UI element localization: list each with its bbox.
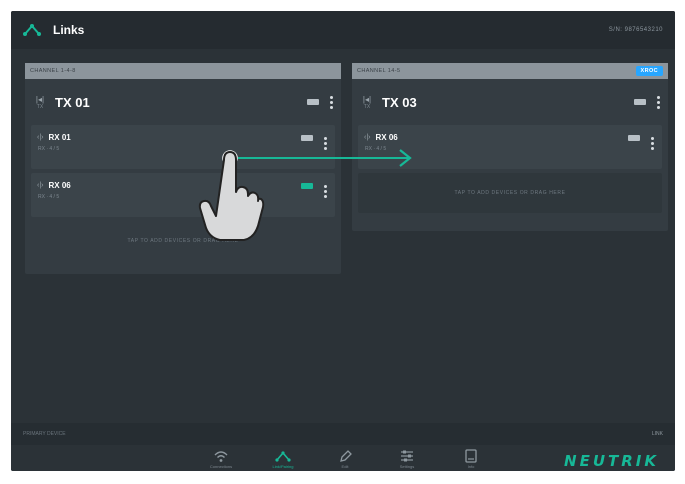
battery-icon [301, 183, 313, 189]
wifi-icon [214, 451, 228, 462]
channel-name: CHANNEL 14-5 [357, 68, 401, 74]
status-left: PRIMARY DEVICE [23, 431, 66, 437]
transmitter-name: TX 03 [382, 94, 417, 110]
receiver-subtitle: RX · 4 / 5 [365, 146, 387, 152]
transmitter-row[interactable]: |◂| TX TX 01 [25, 79, 341, 125]
nav-info[interactable]: Info [447, 449, 495, 469]
receiver-icon: ‹|› [364, 134, 371, 141]
transmitter-icon: |◂| TX [362, 94, 372, 110]
battery-icon [307, 99, 319, 105]
receiver-icon: ‹|› [37, 134, 44, 141]
bottom-nav: Connections Link/Pairing Edit Settings I… [11, 447, 675, 471]
add-devices-zone[interactable]: TAP TO ADD DEVICES OR DRAG HERE [31, 221, 335, 261]
app-window: Links S/N: 9876543210 CHANNEL 1-4-8 |◂| … [11, 11, 675, 471]
device-icon [465, 449, 477, 463]
sliders-icon [401, 450, 413, 462]
receiver-row[interactable]: ‹|› RX 06 RX · 4 / 5 [31, 173, 335, 217]
channel-panel-right: CHANNEL 14-5 XROC |◂| TX TX 03 ‹|› RX 06… [352, 63, 668, 231]
receiver-subtitle: RX · 4 / 5 [38, 194, 60, 200]
pencil-icon [340, 450, 352, 462]
receiver-row[interactable]: ‹|› RX 06 RX · 4 / 5 [358, 125, 662, 169]
serial-number: S/N: 9876543210 [608, 27, 663, 33]
channel-panel-left: CHANNEL 1-4-8 |◂| TX TX 01 ‹|› RX 01 RX … [25, 63, 341, 274]
links-icon [23, 24, 41, 36]
channel-name: CHANNEL 1-4-8 [30, 68, 76, 74]
channel-badge: XROC [635, 66, 663, 76]
top-bar: Links S/N: 9876543210 [11, 11, 675, 49]
page-title: Links [53, 23, 85, 37]
receiver-name: RX 06 [48, 181, 71, 190]
transmitter-row[interactable]: |◂| TX TX 03 [352, 79, 668, 125]
brand-logo: NEUTRIK [564, 452, 659, 470]
transmitter-icon: |◂| TX [35, 94, 45, 110]
more-options-icon[interactable] [651, 137, 654, 150]
links-icon [275, 451, 291, 462]
status-right[interactable]: LINK [652, 431, 663, 437]
receiver-subtitle: RX · 4 / 5 [38, 146, 60, 152]
nav-connections[interactable]: Connections [197, 449, 245, 469]
add-devices-zone[interactable]: TAP TO ADD DEVICES OR DRAG HERE [358, 173, 662, 213]
receiver-name: RX 01 [48, 133, 71, 142]
more-options-icon[interactable] [324, 137, 327, 150]
more-options-icon[interactable] [330, 96, 333, 109]
channel-header: CHANNEL 14-5 XROC [352, 63, 668, 79]
battery-icon [628, 135, 640, 141]
status-bar: PRIMARY DEVICE LINK [11, 423, 675, 445]
more-options-icon[interactable] [324, 185, 327, 198]
receiver-row[interactable]: ‹|› RX 01 RX · 4 / 5 [31, 125, 335, 169]
nav-link-pairing[interactable]: Link/Pairing [259, 449, 307, 469]
battery-icon [634, 99, 646, 105]
receiver-name: RX 06 [375, 133, 398, 142]
transmitter-name: TX 01 [55, 94, 90, 110]
channel-header: CHANNEL 1-4-8 [25, 63, 341, 79]
battery-icon [301, 135, 313, 141]
receiver-icon: ‹|› [37, 182, 44, 189]
more-options-icon[interactable] [657, 96, 660, 109]
nav-settings[interactable]: Settings [383, 449, 431, 469]
nav-edit[interactable]: Edit [321, 449, 369, 469]
